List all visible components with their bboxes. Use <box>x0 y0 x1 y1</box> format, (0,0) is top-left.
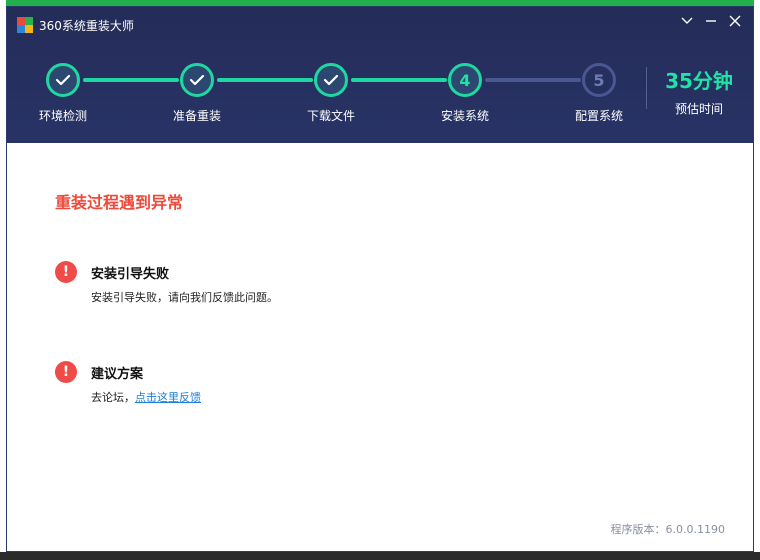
content-panel: 重装过程遇到异常 ! 安装引导失败 安装引导失败，请向我们反馈此问题。 ! 建议… <box>7 143 753 553</box>
header-panel: 360系统重装大师 环境检测 准备重装 下载文件 4 安装系统 5 配置系统 3… <box>7 7 753 143</box>
suggestion-description: 去论坛，点击这里反馈 <box>91 389 201 405</box>
app-logo-icon <box>17 17 33 33</box>
eta-value: 35分钟 <box>665 69 733 93</box>
error-title: 重装过程遇到异常 <box>55 193 184 212</box>
check-icon <box>189 74 205 86</box>
step-number: 4 <box>448 63 482 97</box>
step-label: 配置系统 <box>574 109 623 123</box>
check-icon <box>55 74 71 86</box>
minimize-button[interactable] <box>699 11 723 31</box>
titlebar[interactable]: 360系统重装大师 <box>17 15 134 35</box>
step-environment-check: 环境检测 <box>23 63 103 124</box>
desktop-background-right <box>754 0 760 560</box>
step-label: 环境检测 <box>38 109 87 123</box>
suggestion-prefix: 去论坛， <box>91 391 135 404</box>
window-controls <box>675 11 747 31</box>
step-number: 5 <box>582 63 616 97</box>
version-label: 程序版本：6.0.0.1190 <box>610 523 725 536</box>
step-label: 下载文件 <box>306 109 355 123</box>
exclamation-icon: ! <box>55 361 77 383</box>
step-label: 准备重装 <box>172 109 221 123</box>
eta-label: 预估时间 <box>674 102 723 116</box>
chevron-down-icon <box>681 17 693 24</box>
step-download-files: 下载文件 <box>291 63 371 124</box>
step-configure-system: 5 配置系统 <box>559 63 639 124</box>
taskbar-strip <box>0 552 760 560</box>
step-circle <box>46 63 80 97</box>
check-icon <box>323 74 339 86</box>
problem-heading: 安装引导失败 <box>91 267 170 282</box>
menu-dropdown-button[interactable] <box>675 11 699 31</box>
installer-window: 360系统重装大师 环境检测 准备重装 下载文件 4 安装系统 5 配置系统 3… <box>6 6 754 552</box>
estimated-time: 35分钟 预估时间 <box>655 65 743 117</box>
close-button[interactable] <box>723 11 747 31</box>
step-label: 安装系统 <box>440 109 489 123</box>
app-title: 360系统重装大师 <box>39 18 134 33</box>
minimize-icon <box>706 20 716 22</box>
problem-description: 安装引导失败，请向我们反馈此问题。 <box>91 291 278 304</box>
exclamation-icon: ! <box>55 261 77 283</box>
step-circle <box>314 63 348 97</box>
progress-steps: 环境检测 准备重装 下载文件 4 安装系统 5 配置系统 <box>31 63 631 127</box>
feedback-link[interactable]: 点击这里反馈 <box>135 391 201 404</box>
close-icon <box>729 15 741 27</box>
step-circle <box>180 63 214 97</box>
step-install-system: 4 安装系统 <box>425 63 505 124</box>
step-prepare-reinstall: 准备重装 <box>157 63 237 124</box>
header-divider <box>646 67 647 109</box>
suggestion-heading: 建议方案 <box>91 367 144 382</box>
